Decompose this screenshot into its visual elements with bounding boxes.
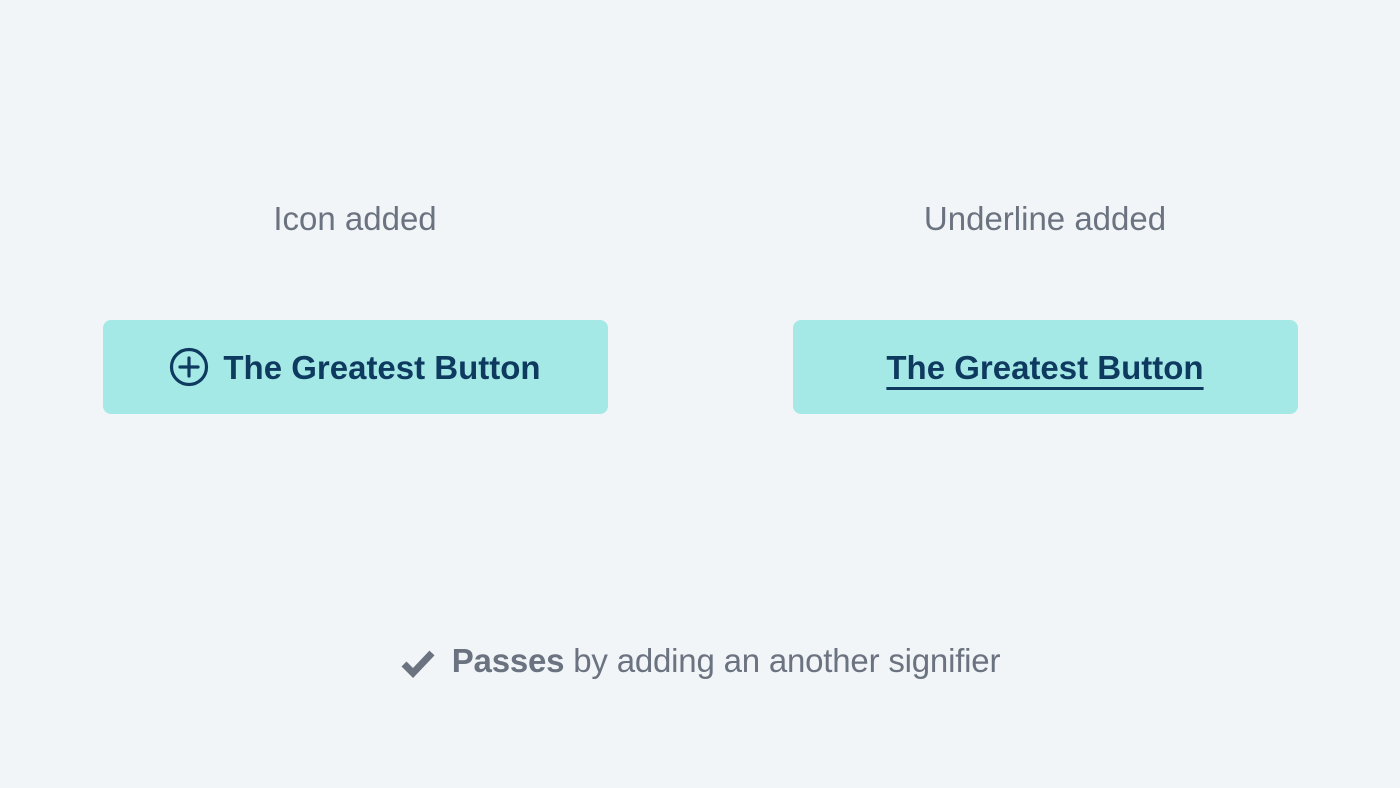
status-text: Passes by adding an another signifier: [452, 642, 1001, 680]
button-label: The Greatest Button: [886, 351, 1203, 384]
plus-circle-icon: [169, 347, 209, 387]
example-columns: Icon added The Greatest Button Underline…: [0, 0, 1400, 414]
greatest-button-with-icon[interactable]: The Greatest Button: [103, 320, 608, 414]
greatest-button-with-underline[interactable]: The Greatest Button: [793, 320, 1298, 414]
status-footer: Passes by adding an another signifier: [0, 642, 1400, 680]
status-text-bold: Passes: [452, 642, 565, 679]
column-label-underline-added: Underline added: [924, 200, 1166, 238]
button-label: The Greatest Button: [223, 351, 540, 384]
column-icon-added: Icon added The Greatest Button: [95, 200, 615, 414]
column-underline-added: Underline added The Greatest Button: [785, 200, 1305, 414]
status-text-rest: by adding an another signifier: [564, 642, 1000, 679]
check-icon: [400, 645, 436, 681]
column-label-icon-added: Icon added: [273, 200, 436, 238]
